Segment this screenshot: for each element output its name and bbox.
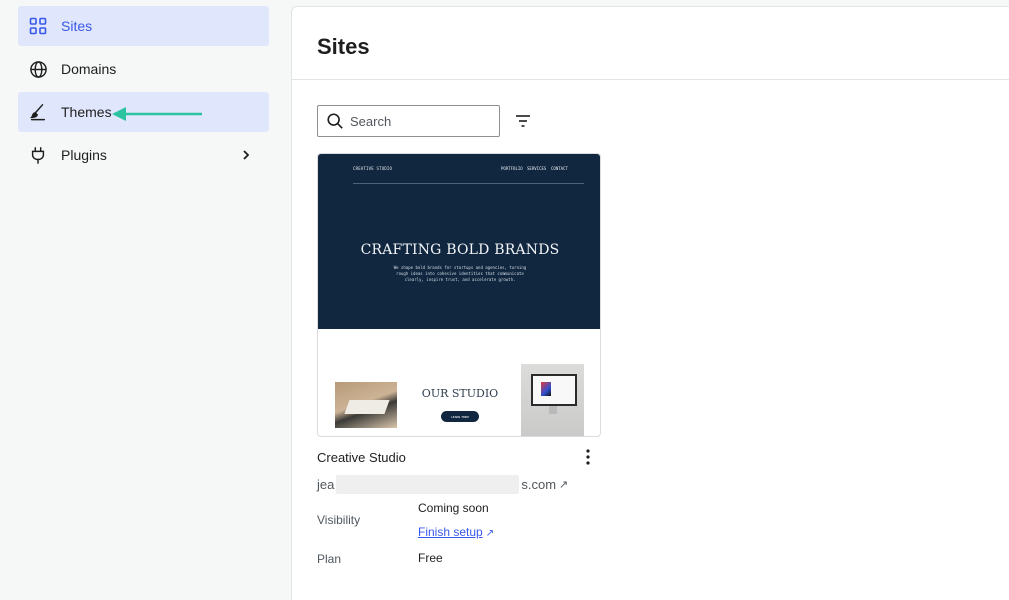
more-options-icon[interactable]: [582, 448, 594, 466]
site-name[interactable]: Creative Studio: [317, 450, 406, 465]
thumbnail-hero-subtitle: We shape bold brands for startups and ag…: [393, 265, 527, 282]
divider: [292, 79, 1009, 80]
thumbnail-hero: CREATIVE STUDIO PORTFOLIO SERVICES CONTA…: [318, 154, 600, 329]
site-url-prefix: jea: [317, 477, 335, 492]
search-icon: [327, 113, 343, 129]
chevron-right-icon: [243, 150, 250, 160]
thumbnail-desk-image: [335, 382, 397, 428]
external-link-icon: ↗: [485, 528, 495, 539]
thumbnail-nav-item: CONTACT: [551, 166, 568, 171]
search-field[interactable]: [317, 105, 500, 137]
sidebar-item-label: Plugins: [61, 147, 107, 163]
site-thumbnail[interactable]: CREATIVE STUDIO PORTFOLIO SERVICES CONTA…: [317, 153, 601, 437]
plug-icon: [28, 145, 48, 165]
plan-label: Plan: [317, 552, 342, 566]
sidebar-item-label: Themes: [61, 104, 112, 120]
thumbnail-hero-title: CRAFTING BOLD BRANDS: [360, 242, 560, 258]
annotation-arrow-icon: [112, 107, 202, 121]
visibility-label: Visibility: [317, 513, 361, 527]
site-url-suffix: s.com: [521, 477, 557, 492]
visibility-value: Coming soon: [418, 501, 489, 515]
finish-setup-link[interactable]: Finish setup ↗: [418, 525, 494, 539]
thumbnail-learn-button: LEARN MORE: [441, 411, 479, 422]
external-link-icon: ↗: [559, 479, 569, 491]
grid-icon: [28, 16, 48, 36]
thumbnail-section-title: OUR STUDIO: [421, 387, 499, 400]
sidebar-item-label: Domains: [61, 61, 117, 77]
redacted-url: [336, 475, 520, 494]
thumbnail-nav-item: PORTFOLIO: [501, 166, 523, 171]
main-panel: Sites CREATIVE STUDIO PORTFOLIO SERVICES…: [291, 6, 1009, 600]
sidebar-item-sites[interactable]: Sites: [18, 6, 269, 46]
sidebar-item-domains[interactable]: Domains: [18, 49, 269, 89]
sidebar-item-plugins[interactable]: Plugins: [18, 135, 269, 175]
finish-setup-label: Finish setup: [418, 525, 483, 539]
page-title: Sites: [317, 34, 370, 59]
thumbnail-nav-item: SERVICES: [527, 166, 547, 171]
search-input[interactable]: [350, 113, 490, 129]
sidebar-item-label: Sites: [61, 18, 93, 34]
filter-icon[interactable]: [513, 111, 533, 131]
thumbnail-computer-image: [521, 364, 584, 436]
thumbnail-divider: [353, 183, 584, 184]
brush-icon: [28, 102, 48, 122]
site-url-link[interactable]: jea s.com ↗: [317, 475, 568, 494]
thumbnail-brand: CREATIVE STUDIO: [353, 166, 393, 171]
globe-icon: [28, 59, 48, 79]
plan-value: Free: [418, 551, 443, 565]
sidebar: Sites Domains Themes Plugins: [0, 0, 290, 600]
